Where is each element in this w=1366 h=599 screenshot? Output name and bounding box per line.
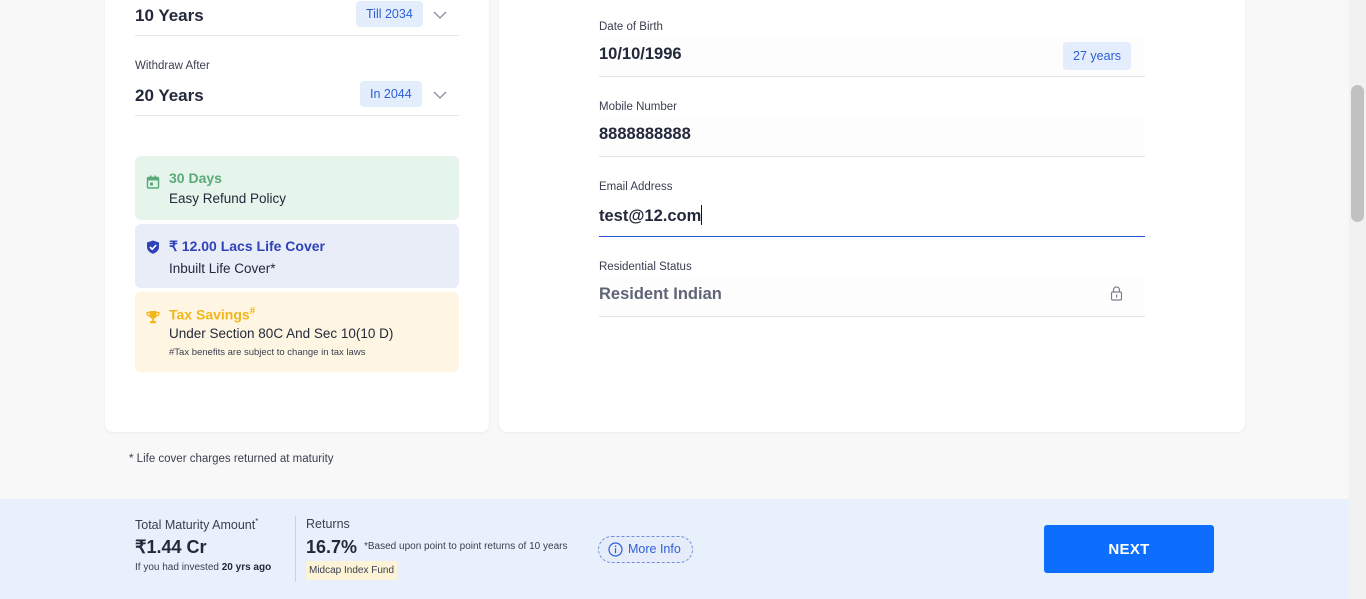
dob-label: Date of Birth <box>599 21 663 33</box>
tax-benefit: Tax Savings# Under Section 80C And Sec 1… <box>135 292 459 372</box>
mobile-field[interactable]: 8888888888 <box>599 117 1145 157</box>
invested-note: If you had invested 20 yrs ago <box>135 562 272 573</box>
calendar-icon <box>146 175 160 189</box>
mobile-value: 8888888888 <box>599 125 691 143</box>
withdraw-year-badge: In 2044 <box>360 81 422 107</box>
pay-for-year-badge: Till 2034 <box>356 1 423 27</box>
maturity-value: ₹1.44 Cr <box>135 537 207 557</box>
email-value: test@12.com <box>599 205 703 225</box>
pay-for-value: 10 Years <box>135 6 204 25</box>
next-button[interactable]: NEXT <box>1044 525 1214 573</box>
email-field[interactable]: test@12.com <box>599 197 1145 237</box>
life-cover-benefit: ₹ 12.00 Lacs Life Cover Inbuilt Life Cov… <box>135 224 459 288</box>
returns-note: *Based upon point to point returns of 10… <box>364 541 568 552</box>
withdraw-select[interactable]: 20 Years In 2044 <box>135 80 459 116</box>
returns-label: Returns <box>306 517 350 531</box>
residential-field: Resident Indian <box>599 277 1145 317</box>
more-info-label: More Info <box>628 542 681 556</box>
pay-for-select[interactable]: 10 Years Till 2034 <box>135 0 459 36</box>
trophy-icon <box>146 311 160 324</box>
dob-value: 10/10/1996 <box>599 45 682 63</box>
mobile-label: Mobile Number <box>599 101 677 113</box>
life-cover-footnote: * Life cover charges returned at maturit… <box>129 453 334 465</box>
shield-check-icon <box>147 240 159 254</box>
scrollbar-thumb[interactable] <box>1351 85 1364 222</box>
email-label: Email Address <box>599 181 673 193</box>
refund-title: 30 Days <box>169 170 222 186</box>
summary-divider <box>295 516 296 582</box>
more-info-button[interactable]: More Info <box>598 536 693 563</box>
refund-subtitle: Easy Refund Policy <box>169 191 287 206</box>
life-cover-title: ₹ 12.00 Lacs Life Cover <box>169 238 325 254</box>
maturity-label: Total Maturity Amount* <box>135 517 259 533</box>
dob-field[interactable]: 10/10/1996 27 years <box>599 37 1145 77</box>
residential-value: Resident Indian <box>599 285 722 303</box>
life-cover-subtitle: Inbuilt Life Cover* <box>169 261 276 276</box>
chevron-down-icon[interactable] <box>433 10 447 20</box>
info-icon <box>608 542 623 557</box>
age-badge: 27 years <box>1063 42 1131 70</box>
withdraw-value: 20 Years <box>135 86 204 105</box>
chevron-down-icon[interactable] <box>433 90 447 100</box>
residential-label: Residential Status <box>599 261 692 273</box>
fund-badge: Midcap Index Fund <box>306 561 398 580</box>
lock-icon <box>1110 286 1123 301</box>
text-cursor <box>701 205 703 225</box>
tax-note: #Tax benefits are subject to change in t… <box>169 347 366 358</box>
tax-subtitle: Under Section 80C And Sec 10(10 D) <box>169 326 394 341</box>
tax-title: Tax Savings# <box>169 306 256 323</box>
withdraw-label: Withdraw After <box>135 60 210 72</box>
returns-value: 16.7% <box>306 537 358 557</box>
refund-benefit: 30 Days Easy Refund Policy <box>135 156 459 220</box>
